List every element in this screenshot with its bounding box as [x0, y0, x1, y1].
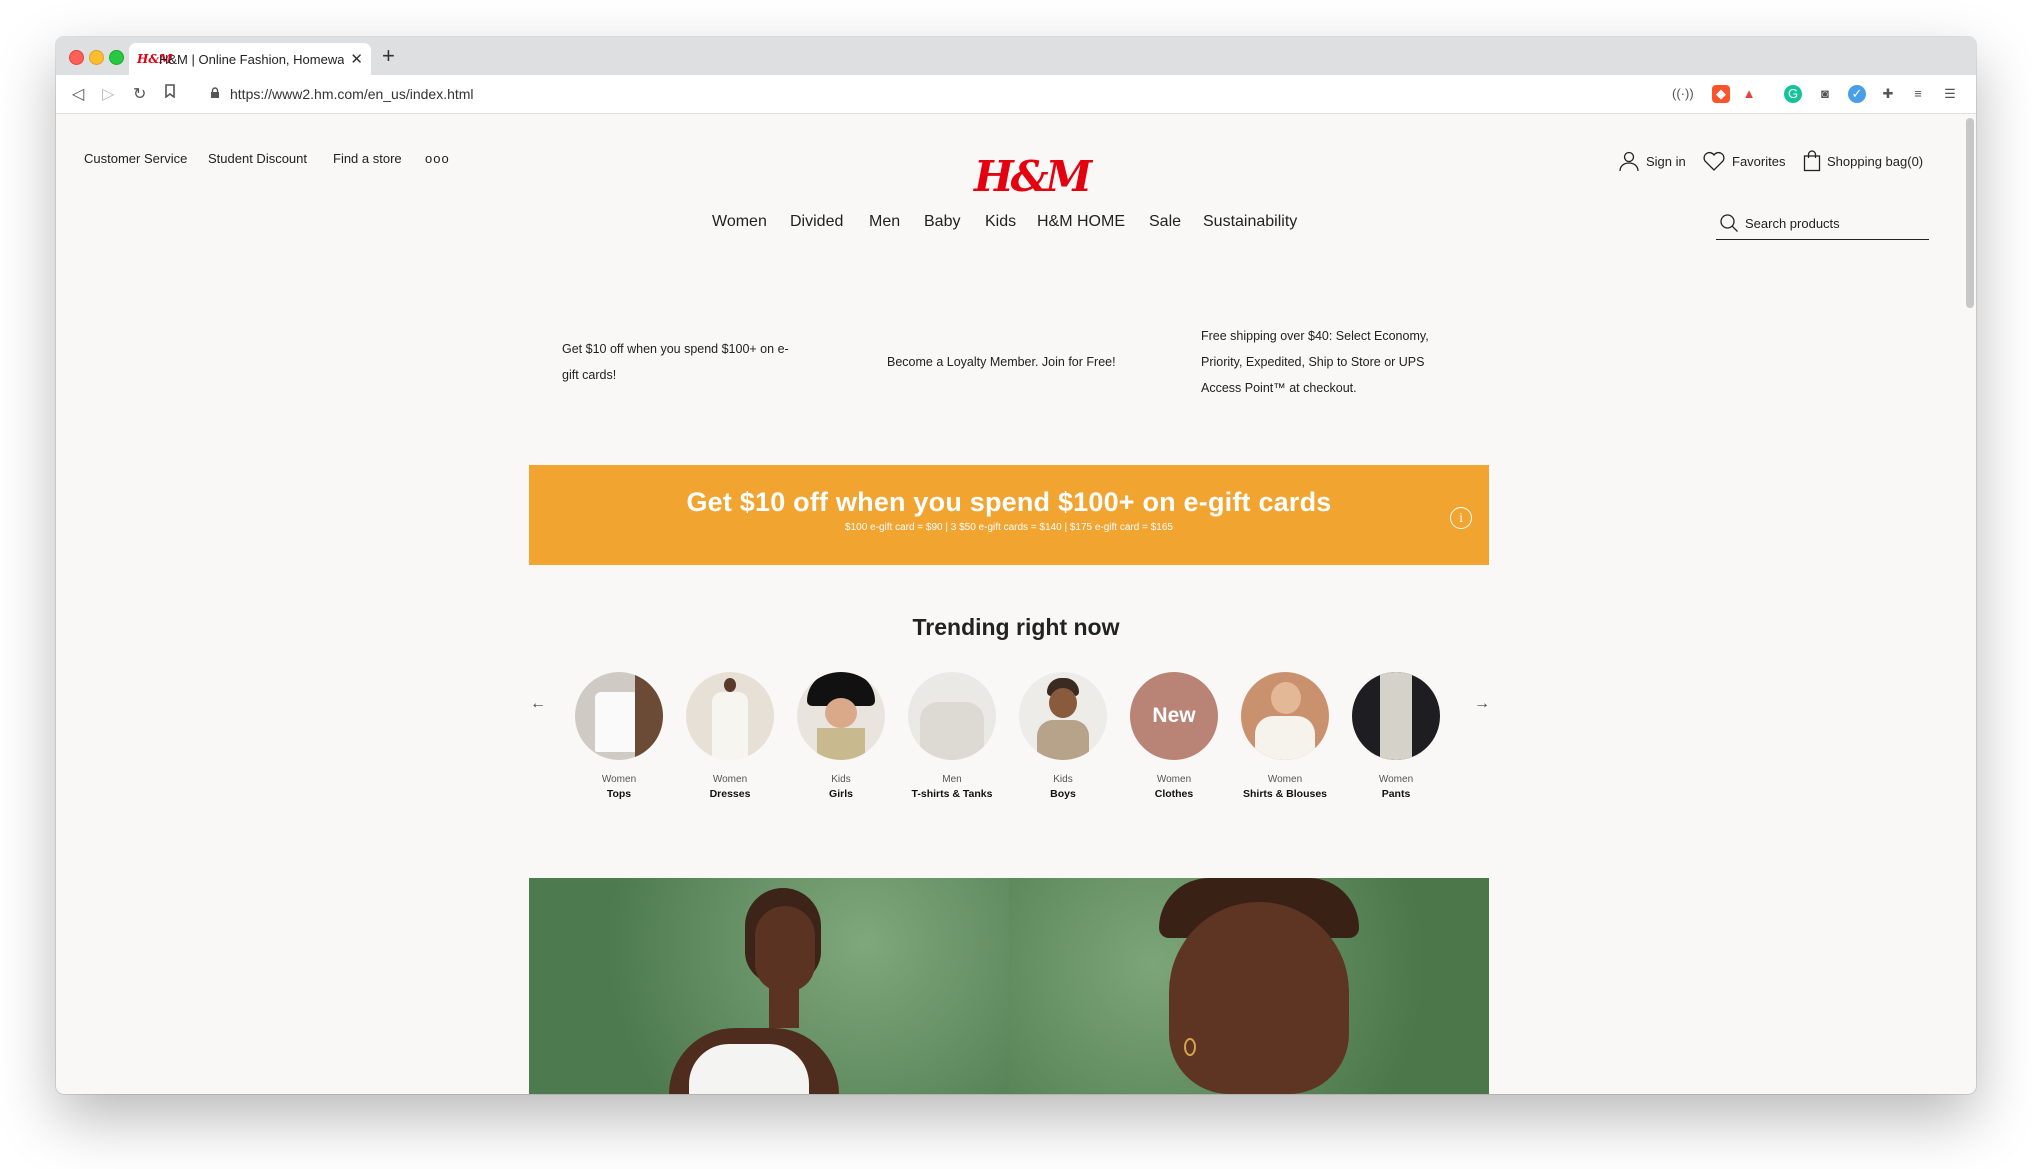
search-field[interactable]: Search products: [1716, 207, 1929, 240]
category-image: [1352, 672, 1440, 760]
favorites-label: Favorites: [1732, 153, 1786, 169]
shopping-bag-link[interactable]: Shopping bag(0): [1803, 150, 1923, 172]
hm-logo[interactable]: H&M: [974, 151, 1092, 203]
promo-loyalty[interactable]: Become a Loyalty Member. Join for Free!: [887, 349, 1147, 375]
hero-image-right[interactable]: [1009, 878, 1489, 1094]
category-name: Tops: [606, 788, 632, 800]
close-tab-icon[interactable]: ✕: [350, 50, 363, 68]
nav-item-baby[interactable]: Baby: [924, 213, 960, 231]
sign-in-label: Sign in: [1646, 153, 1686, 169]
hm-favicon-icon: H&M: [137, 52, 173, 66]
category-image: [908, 672, 996, 760]
student-discount-link[interactable]: Student Discount: [208, 151, 307, 166]
user-icon: [1619, 151, 1639, 172]
broadcast-icon[interactable]: ((·)): [1672, 85, 1694, 103]
category-group: Women: [712, 774, 748, 785]
sign-in-link[interactable]: Sign in: [1618, 150, 1686, 172]
nav-item-kids[interactable]: Kids: [985, 213, 1016, 231]
reload-icon[interactable]: ↻: [133, 84, 146, 104]
menu-icon[interactable]: ☰: [1941, 85, 1959, 103]
category-name: Pants: [1381, 788, 1411, 800]
back-icon[interactable]: ◁: [72, 84, 84, 104]
heart-icon: [1703, 151, 1725, 171]
category-name: Shirts & Blouses: [1242, 788, 1328, 800]
favorites-link[interactable]: Favorites: [1702, 150, 1785, 172]
category-name: Girls: [829, 788, 853, 800]
grammarly-icon[interactable]: G: [1784, 85, 1802, 103]
screenshot-extension-icon[interactable]: ◙: [1816, 85, 1834, 103]
browser-tab[interactable]: H&M H&M | Online Fashion, Homewa ✕: [129, 43, 371, 75]
tab-strip: H&M H&M | Online Fashion, Homewa ✕ +: [56, 37, 1976, 75]
reading-list-icon[interactable]: ≡: [1909, 85, 1927, 103]
category-women-dresses[interactable]: Women Dresses: [675, 672, 785, 800]
category-women-shirts-blouses[interactable]: Women Shirts & Blouses: [1230, 672, 1340, 800]
nav-item-sale[interactable]: Sale: [1149, 213, 1181, 231]
forward-icon[interactable]: ▷: [102, 84, 114, 104]
category-image: [686, 672, 774, 760]
nav-item-sustainability[interactable]: Sustainability: [1203, 213, 1297, 231]
trending-title: Trending right now: [912, 614, 1120, 640]
zoom-window-button[interactable]: [109, 50, 124, 65]
brave-rewards-icon[interactable]: ▲: [1740, 85, 1758, 103]
find-a-store-link[interactable]: Find a store: [333, 151, 402, 166]
category-women-clothes-new[interactable]: New Women Clothes: [1119, 672, 1229, 800]
brave-shield-icon[interactable]: ◆: [1712, 85, 1730, 103]
category-group: Kids: [1053, 774, 1073, 785]
customer-service-link[interactable]: Customer Service: [84, 151, 187, 166]
category-group: Women: [1156, 774, 1192, 785]
category-women-tops[interactable]: Women Tops: [564, 672, 674, 800]
category-women-pants[interactable]: Women Pants: [1341, 672, 1451, 800]
page-content: Customer Service Student Discount Find a…: [56, 114, 1976, 1094]
category-image: [797, 672, 885, 760]
search-icon: [1720, 214, 1738, 232]
extension-blue-icon[interactable]: ✓: [1848, 85, 1866, 103]
new-tab-icon[interactable]: +: [382, 43, 395, 69]
category-group: Men: [942, 774, 962, 785]
category-group: Kids: [831, 774, 851, 785]
lock-icon: [210, 86, 220, 102]
carousel-prev-arrow-icon[interactable]: ←: [530, 695, 546, 713]
extensions-puzzle-icon[interactable]: ✚: [1879, 85, 1897, 103]
search-placeholder: Search products: [1745, 215, 1840, 231]
browser-toolbar: ◁ ▷ ↻ https://www2.hm.com/en_us/index.ht…: [56, 75, 1976, 114]
category-group: Women: [601, 774, 637, 785]
category-name: Clothes: [1154, 788, 1194, 800]
nav-item-hm-home[interactable]: H&M HOME: [1037, 213, 1125, 231]
shopping-bag-label: Shopping bag(0): [1827, 153, 1924, 169]
category-kids-girls[interactable]: Kids Girls: [786, 672, 896, 800]
bookmark-icon[interactable]: [164, 84, 176, 103]
promo-shipping[interactable]: Free shipping over $40: Select Economy, …: [1201, 323, 1451, 401]
category-kids-boys[interactable]: Kids Boys: [1008, 672, 1118, 800]
category-image: [1019, 672, 1107, 760]
browser-window: H&M H&M | Online Fashion, Homewa ✕ + ◁ ▷…: [56, 37, 1976, 1094]
carousel-next-arrow-icon[interactable]: →: [1474, 695, 1490, 713]
address-bar[interactable]: https://www2.hm.com/en_us/index.html: [196, 79, 1746, 109]
info-icon[interactable]: i: [1450, 507, 1472, 529]
category-name: Boys: [1050, 788, 1076, 800]
nav-item-men[interactable]: Men: [869, 213, 900, 231]
scrollbar[interactable]: [1966, 118, 1974, 308]
egift-banner[interactable]: Get $10 off when you spend $100+ on e-gi…: [529, 465, 1489, 565]
banner-title: Get $10 off when you spend $100+ on e-gi…: [686, 487, 1332, 517]
more-options-icon[interactable]: ooo: [425, 151, 450, 166]
shopping-bag-icon: [1803, 150, 1821, 172]
category-group: Women: [1267, 774, 1303, 785]
tab-title: H&M | Online Fashion, Homewa: [159, 51, 345, 67]
banner-subtitle: $100 e-gift card = $90 | 3 $50 e-gift ca…: [845, 522, 1173, 533]
category-name: Dresses: [709, 788, 751, 800]
close-window-button[interactable]: [69, 50, 84, 65]
promo-egift[interactable]: Get $10 off when you spend $100+ on e-gi…: [562, 336, 802, 388]
category-image: New: [1130, 672, 1218, 760]
category-name: T-shirts & Tanks: [911, 788, 993, 800]
minimize-window-button[interactable]: [89, 50, 104, 65]
nav-item-divided[interactable]: Divided: [790, 213, 843, 231]
category-group: Women: [1378, 774, 1414, 785]
category-men-tshirts-tanks[interactable]: Men T-shirts & Tanks: [897, 672, 1007, 800]
url-text: https://www2.hm.com/en_us/index.html: [230, 86, 474, 102]
hero-image-left[interactable]: [529, 878, 1009, 1094]
category-image: [575, 672, 663, 760]
category-image: [1241, 672, 1329, 760]
new-badge: New: [1152, 704, 1196, 727]
nav-item-women[interactable]: Women: [712, 213, 767, 231]
